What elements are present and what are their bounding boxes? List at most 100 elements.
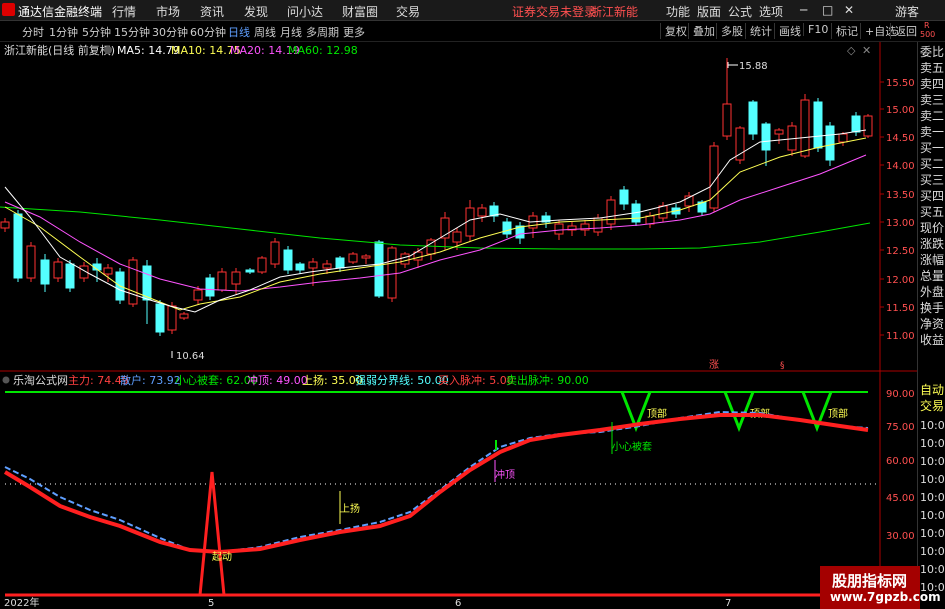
button-diejia[interactable]: 叠加 — [688, 23, 715, 39]
menu-xuanxiang[interactable]: 选项 — [759, 3, 783, 20]
low-price-label: 10.64 — [176, 351, 205, 362]
panel-item-12[interactable]: 涨跌 — [920, 236, 944, 252]
menu-hangqing[interactable]: 行情 — [112, 3, 136, 20]
button-biaoji[interactable]: 标记 — [831, 23, 858, 39]
button-fanhui[interactable]: 返回 — [890, 23, 917, 39]
lower-ytick-3: 45.00 — [886, 493, 915, 504]
qidong-label: 起动 — [212, 551, 232, 563]
panel-close-icon[interactable]: ✕ — [862, 44, 871, 57]
period-1min[interactable]: 1分钟 — [49, 24, 78, 40]
guest-label[interactable]: 游客 — [895, 3, 919, 20]
candle-body-0 — [0, 221, 10, 229]
candle-body-23 — [295, 263, 305, 271]
period-60min[interactable]: 60分钟 — [190, 24, 226, 40]
menu-gongneng[interactable]: 功能 — [666, 3, 690, 20]
candle-body-3 — [40, 259, 50, 285]
panel-item-8[interactable]: 买三 — [920, 172, 944, 188]
panel-diamond-icon[interactable]: ◇ — [847, 44, 856, 57]
top-menu-bar: 通达信金融终端 行情 市场 资讯 发现 问小达 财富圈 交易 证券交易未登录 浙… — [0, 0, 945, 21]
period-weekly[interactable]: 周线 — [254, 24, 276, 40]
menu-banmian[interactable]: 版面 — [697, 3, 721, 20]
kline-chart[interactable]: 浙江新能(日线 前复权) MA5: 14.79 MA10: 14.75 MA20… — [0, 42, 917, 609]
lower-ytick-2: 60.00 — [886, 456, 915, 467]
buy-pulse-spike — [198, 471, 226, 596]
panel-item-5[interactable]: 卖一 — [920, 124, 944, 140]
panel-item-7[interactable]: 买二 — [920, 156, 944, 172]
settings-dot-icon[interactable] — [104, 46, 112, 54]
login-notice[interactable]: 证券交易未登录 — [512, 3, 596, 20]
candle-body-16 — [205, 277, 215, 297]
panel-item-14[interactable]: 总量 — [920, 268, 944, 284]
panel-item-19[interactable]: 自动 — [920, 382, 944, 398]
panel-item-17[interactable]: 净资 — [920, 316, 944, 332]
period-5min[interactable]: 5分钟 — [82, 24, 111, 40]
button-duogu[interactable]: 多股 — [716, 23, 743, 39]
candle-body-64 — [825, 125, 835, 161]
menu-jiaoyi[interactable]: 交易 — [396, 3, 420, 20]
candle-body-5 — [65, 263, 75, 289]
menu-shichang[interactable]: 市场 — [156, 3, 180, 20]
legend-sanhu: 散户: 73.92 — [120, 373, 181, 387]
lower-title: 乐淘公式网 — [13, 374, 68, 387]
candle-body-14 — [179, 313, 189, 319]
candle-body-30 — [387, 247, 397, 299]
panel-item-16[interactable]: 换手 — [920, 300, 944, 316]
menu-zixun[interactable]: 资讯 — [200, 3, 224, 20]
button-huaxian[interactable]: 画线 — [774, 23, 801, 39]
panel-item-0[interactable]: 委比 — [920, 44, 944, 60]
period-more[interactable]: 更多 — [343, 24, 365, 40]
panel-item-15[interactable]: 外盘 — [920, 284, 944, 300]
menu-faxian[interactable]: 发现 — [244, 3, 268, 20]
xaxis-june: 6 — [455, 598, 461, 609]
panel-item-6[interactable]: 买一 — [920, 140, 944, 156]
panel-time-7: 10:04 — [920, 545, 945, 558]
panel-item-11[interactable]: 现价 — [920, 220, 944, 236]
candle-body-60 — [774, 129, 784, 135]
app-logo-icon — [2, 3, 15, 16]
button-fuquan[interactable]: 复权 — [660, 23, 687, 39]
candle-body-8 — [103, 267, 113, 275]
lower-ytick-4: 30.00 — [886, 531, 915, 542]
period-daily[interactable]: 日线 — [228, 24, 250, 40]
candle-body-13 — [167, 305, 177, 331]
menu-caifuquan[interactable]: 财富圈 — [342, 3, 378, 20]
panel-item-20[interactable]: 交易 — [920, 398, 944, 414]
close-button[interactable]: ✕ — [844, 3, 854, 17]
panel-item-1[interactable]: 卖五 — [920, 60, 944, 76]
panel-item-3[interactable]: 卖三 — [920, 92, 944, 108]
upper-ytick-7: 12.00 — [886, 275, 915, 286]
period-monthly[interactable]: 月线 — [280, 24, 302, 40]
button-tongji[interactable]: 统计 — [745, 23, 772, 39]
button-f10[interactable]: F10 — [803, 23, 828, 36]
panel-item-13[interactable]: 涨幅 — [920, 252, 944, 268]
period-multi[interactable]: 多周期 — [306, 24, 339, 40]
xaxis-july: 7 — [725, 598, 731, 609]
period-fenshi[interactable]: 分时 — [22, 24, 44, 40]
menu-wenxiaoda[interactable]: 问小达 — [287, 3, 323, 20]
candle-body-17 — [217, 271, 227, 291]
minimize-button[interactable]: ─ — [800, 3, 807, 17]
menu-gongshi[interactable]: 公式 — [728, 3, 752, 20]
candle-body-15 — [193, 289, 203, 301]
site-watermark: 股朋指标网 www.7gpzb.com — [820, 566, 941, 609]
upper-ytick-3: 14.00 — [886, 161, 915, 172]
panel-item-4[interactable]: 卖二 — [920, 108, 944, 124]
stock-name-top: 浙江新能 — [590, 5, 639, 19]
candle-body-22 — [283, 249, 293, 271]
panel-item-9[interactable]: 买四 — [920, 188, 944, 204]
candle-body-65 — [838, 133, 848, 143]
period-15min[interactable]: 15分钟 — [114, 24, 150, 40]
xaxis-may: 5 — [208, 598, 214, 609]
panel-item-10[interactable]: 买五 — [920, 204, 944, 220]
panel-item-18[interactable]: 收益 — [920, 332, 944, 348]
legend-ma60: MA60: 12.98 — [288, 44, 358, 57]
maximize-button[interactable]: □ — [822, 3, 833, 17]
candle-body-4 — [53, 261, 63, 279]
candle-body-2 — [26, 245, 36, 279]
lower-settings-dot-icon[interactable] — [2, 376, 10, 384]
period-30min[interactable]: 30分钟 — [152, 24, 188, 40]
r-badge-bottom: 500 — [920, 30, 936, 39]
panel-item-2[interactable]: 卖四 — [920, 76, 944, 92]
candle-body-21 — [270, 241, 280, 265]
high-price-label: 15.88 — [739, 61, 768, 72]
